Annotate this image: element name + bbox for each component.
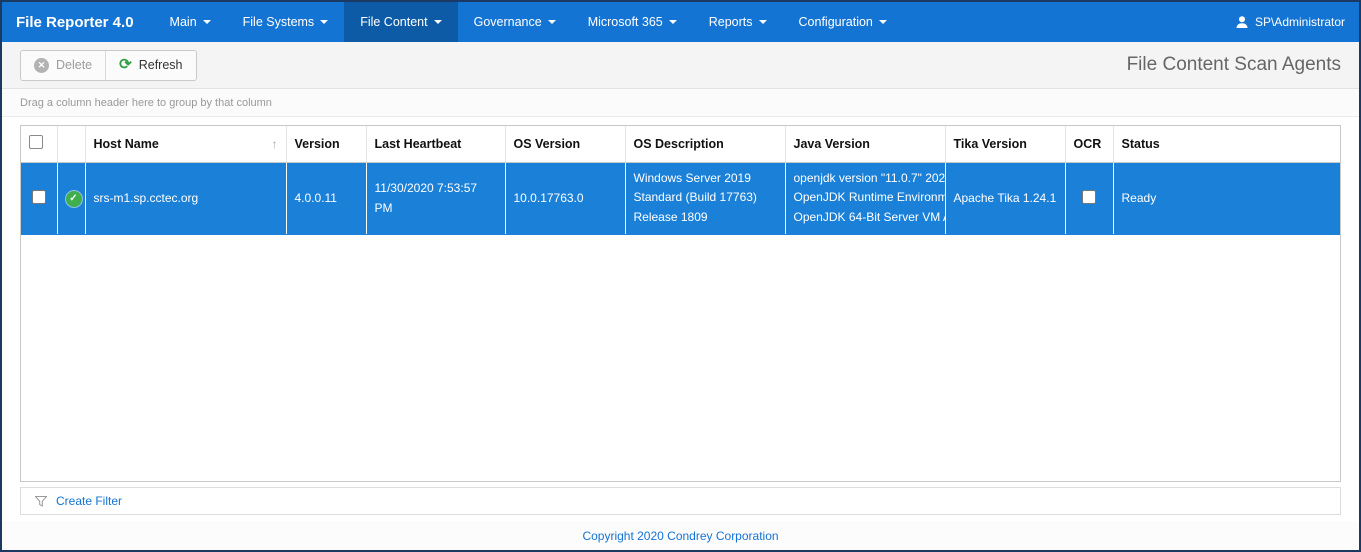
col-select — [21, 126, 57, 162]
nav-item-label: Reports — [709, 15, 753, 29]
group-by-hint-text: Drag a column header here to group by th… — [20, 97, 272, 109]
chevron-down-icon — [879, 20, 887, 24]
col-status[interactable]: Status — [1113, 126, 1340, 162]
nav-item-label: File Systems — [243, 15, 315, 29]
col-host-name[interactable]: Host Name ↑ — [85, 126, 286, 162]
copyright: Copyright 2020 Condrey Corporation — [2, 521, 1359, 550]
nav-item-label: File Content — [360, 15, 427, 29]
cell-host-name: srs-m1.sp.cctec.org — [85, 162, 286, 234]
col-host-name-label: Host Name — [94, 137, 159, 151]
nav-item-configuration[interactable]: Configuration — [783, 2, 903, 42]
top-nav: File Reporter 4.0 Main File Systems File… — [2, 2, 1359, 42]
col-agent-status-icon — [57, 126, 85, 162]
chevron-down-icon — [320, 20, 328, 24]
create-filter-link[interactable]: Create Filter — [56, 494, 122, 508]
nav-item-label: Main — [170, 15, 197, 29]
nav-item-reports[interactable]: Reports — [693, 2, 783, 42]
cell-last-heartbeat: 11/30/2020 7:53:57 PM — [366, 162, 505, 234]
table-row[interactable]: ✓ srs-m1.sp.cctec.org 4.0.0.11 11/30/202… — [21, 162, 1340, 234]
chevron-down-icon — [203, 20, 211, 24]
cell-version: 4.0.0.11 — [286, 162, 366, 234]
nav-item-label: Governance — [474, 15, 542, 29]
page-title: File Content Scan Agents — [1127, 54, 1341, 76]
cell-ocr — [1065, 162, 1113, 234]
cell-status: Ready — [1113, 162, 1340, 234]
delete-icon: ✕ — [34, 58, 49, 73]
main-menu: Main File Systems File Content Governanc… — [154, 2, 903, 42]
file-reporter-window: File Reporter 4.0 Main File Systems File… — [0, 0, 1361, 552]
col-tika-version[interactable]: Tika Version — [945, 126, 1065, 162]
col-os-version[interactable]: OS Version — [505, 126, 625, 162]
chevron-down-icon — [434, 20, 442, 24]
col-java-version[interactable]: Java Version — [785, 126, 945, 162]
col-version[interactable]: Version — [286, 126, 366, 162]
nav-item-file-content[interactable]: File Content — [344, 2, 457, 42]
cell-os-version: 10.0.17763.0 — [505, 162, 625, 234]
refresh-icon: ⟳ — [119, 57, 132, 72]
nav-item-label: Configuration — [799, 15, 873, 29]
col-ocr[interactable]: OCR — [1065, 126, 1113, 162]
delete-button[interactable]: ✕ Delete — [21, 51, 105, 80]
cell-java-version: openjdk version "11.0.7" 2020 OpenJDK Ru… — [785, 162, 945, 234]
cell-tika-version: Apache Tika 1.24.1 — [945, 162, 1065, 234]
col-last-heartbeat[interactable]: Last Heartbeat — [366, 126, 505, 162]
chevron-down-icon — [548, 20, 556, 24]
cell-select — [21, 162, 57, 234]
agents-grid: Host Name ↑ Version Last Heartbeat OS Ve… — [20, 125, 1341, 482]
nav-item-governance[interactable]: Governance — [458, 2, 572, 42]
app-brand: File Reporter 4.0 — [2, 2, 154, 42]
agents-table: Host Name ↑ Version Last Heartbeat OS Ve… — [21, 126, 1340, 235]
toolbar-button-group: ✕ Delete ⟳ Refresh — [20, 50, 197, 81]
cell-agent-status-icon: ✓ — [57, 162, 85, 234]
nav-item-file-systems[interactable]: File Systems — [227, 2, 345, 42]
cell-os-description: Windows Server 2019 Standard (Build 1776… — [625, 162, 785, 234]
chevron-down-icon — [759, 20, 767, 24]
nav-item-label: Microsoft 365 — [588, 15, 663, 29]
row-checkbox[interactable] — [32, 190, 46, 204]
group-by-bar[interactable]: Drag a column header here to group by th… — [2, 89, 1359, 117]
create-filter-bar[interactable]: Create Filter — [20, 487, 1341, 515]
refresh-button[interactable]: ⟳ Refresh — [105, 51, 195, 80]
table-header-row: Host Name ↑ Version Last Heartbeat OS Ve… — [21, 126, 1340, 162]
grid-area: Host Name ↑ Version Last Heartbeat OS Ve… — [2, 117, 1359, 482]
col-os-description[interactable]: OS Description — [625, 126, 785, 162]
user-name: SP\Administrator — [1255, 15, 1345, 29]
sort-ascending-icon: ↑ — [272, 137, 278, 151]
filter-funnel-icon — [35, 496, 47, 507]
agent-online-icon: ✓ — [66, 191, 82, 207]
toolbar: ✕ Delete ⟳ Refresh File Content Scan Age… — [2, 42, 1359, 89]
user-icon — [1235, 15, 1249, 29]
delete-button-label: Delete — [56, 58, 92, 72]
user-account[interactable]: SP\Administrator — [1221, 2, 1359, 42]
refresh-button-label: Refresh — [139, 58, 183, 72]
nav-item-microsoft-365[interactable]: Microsoft 365 — [572, 2, 693, 42]
select-all-checkbox[interactable] — [29, 135, 43, 149]
ocr-checkbox[interactable] — [1082, 190, 1096, 204]
chevron-down-icon — [669, 20, 677, 24]
nav-item-main[interactable]: Main — [154, 2, 227, 42]
